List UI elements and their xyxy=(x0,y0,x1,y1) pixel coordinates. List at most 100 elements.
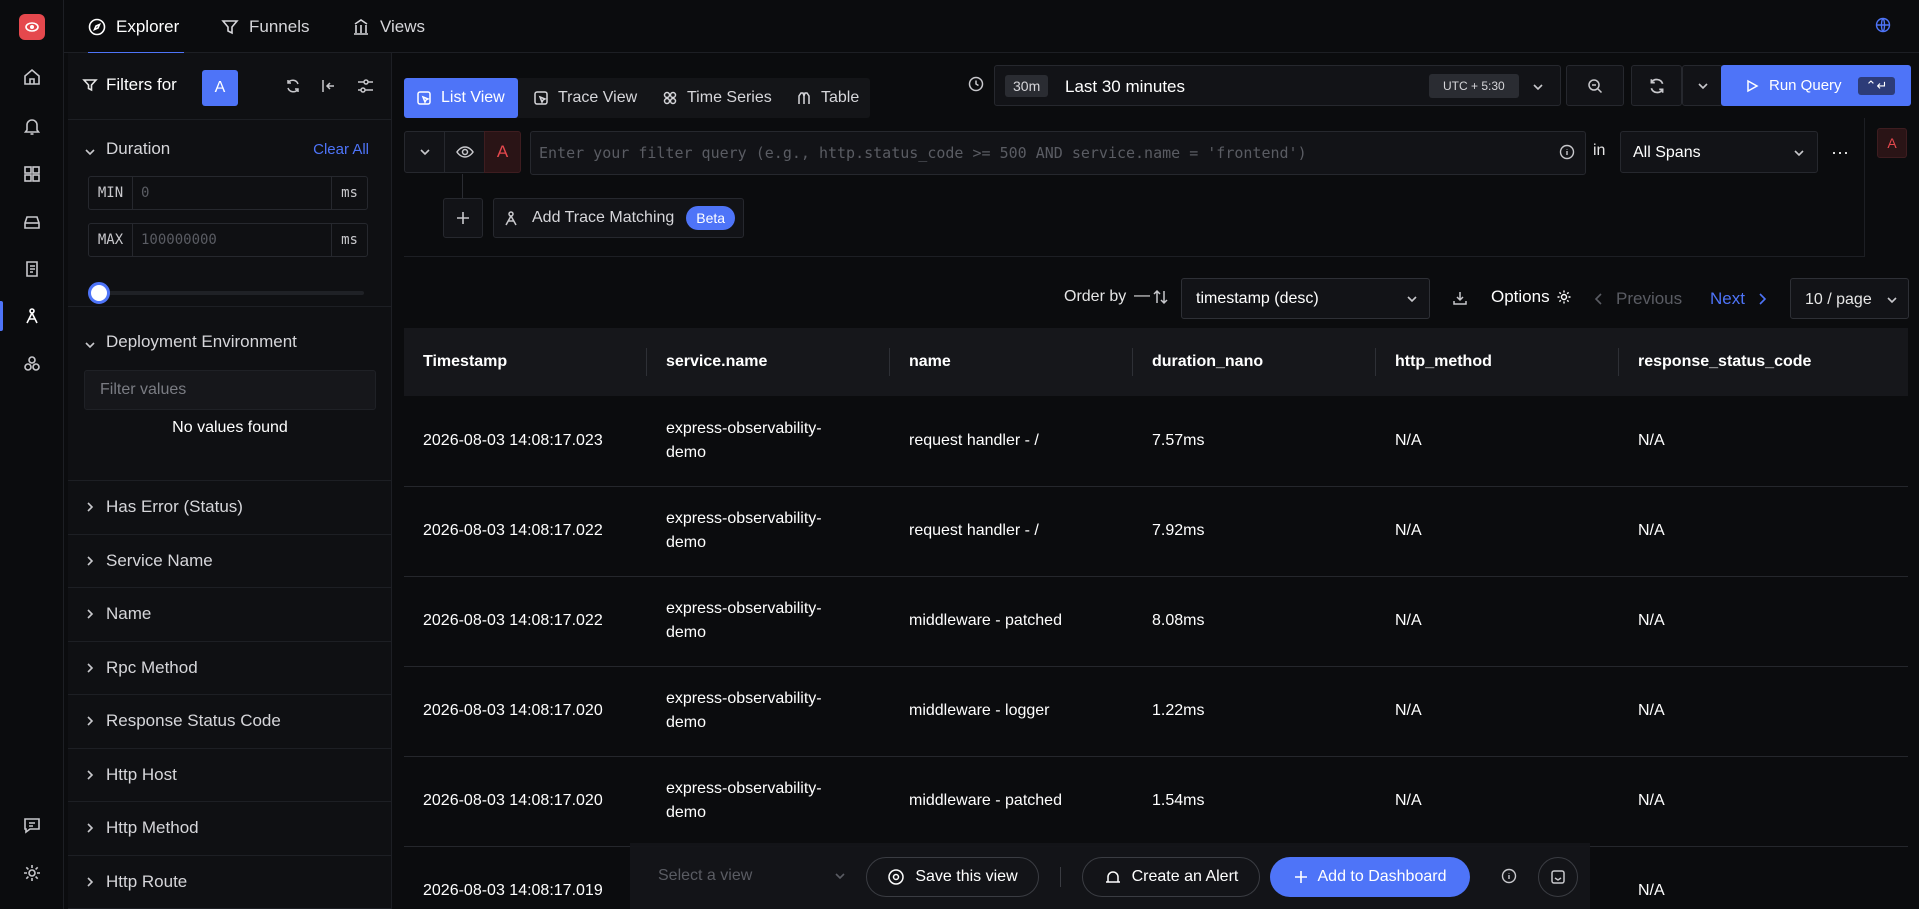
filter-section[interactable]: Rpc Method xyxy=(68,642,392,695)
column-header[interactable]: response_status_code xyxy=(1619,328,1908,396)
table-cell: N/A xyxy=(1619,396,1908,487)
panel-toggle-button[interactable] xyxy=(1538,857,1578,897)
info-icon[interactable] xyxy=(1501,868,1517,884)
column-header[interactable]: service.name xyxy=(647,328,890,396)
duration-min-field[interactable]: MIN 0 ms xyxy=(88,176,368,210)
traces-icon[interactable] xyxy=(18,302,46,330)
infrastructure-drive-icon[interactable] xyxy=(18,208,46,236)
span-source-select[interactable]: All Spans xyxy=(1620,131,1818,173)
order-by-dash: — xyxy=(1134,287,1150,304)
duration-title: Duration xyxy=(106,139,171,158)
filter-query-input[interactable]: Enter your filter query (e.g., http.stat… xyxy=(530,131,1586,175)
tab-list-view[interactable]: List View xyxy=(404,78,518,118)
table-cell: 2026-08-03 14:08:17.022 xyxy=(404,486,647,577)
previous-page-button[interactable]: Previous xyxy=(1594,289,1682,309)
tab-table[interactable]: Table xyxy=(784,78,871,118)
zoom-out-button[interactable] xyxy=(1566,65,1624,106)
sort-icon[interactable] xyxy=(1153,289,1169,305)
min-input[interactable]: 0 xyxy=(133,177,331,209)
query-name-badge[interactable]: A xyxy=(484,131,521,173)
collapse-query-button[interactable] xyxy=(404,131,445,173)
chevron-down-icon[interactable] xyxy=(84,146,96,158)
table-cell: express-observability-demo xyxy=(647,756,890,847)
add-query-button[interactable] xyxy=(443,198,483,238)
table-row[interactable]: 2026-08-03 14:08:17.022 express-observabi… xyxy=(404,576,1908,667)
filter-section[interactable]: Http Host xyxy=(68,749,392,802)
tab-funnels[interactable]: Funnels xyxy=(221,0,309,53)
tab-time-series[interactable]: Time Series xyxy=(650,78,784,118)
filter-section[interactable]: Http Route xyxy=(68,856,392,909)
chevron-down-icon xyxy=(834,870,846,882)
table-cell: express-observability-demo xyxy=(647,576,890,667)
filter-settings-icon[interactable] xyxy=(357,78,374,94)
column-header-label: http_method xyxy=(1395,353,1492,370)
table-row[interactable]: 2026-08-03 14:08:17.023 express-observabi… xyxy=(404,396,1908,487)
run-query-label: Run Query xyxy=(1769,77,1842,94)
duration-max-field[interactable]: MAX 100000000 ms xyxy=(88,223,368,257)
dashboards-grid-icon[interactable] xyxy=(18,160,46,188)
download-icon[interactable] xyxy=(1452,290,1468,306)
refresh-query-button[interactable] xyxy=(1631,65,1682,106)
table-cell: 2026-08-03 14:08:17.019 xyxy=(404,846,647,909)
chevron-down-icon[interactable] xyxy=(1532,81,1544,93)
add-to-dashboard-button[interactable]: Add to Dashboard xyxy=(1270,857,1470,897)
options-button[interactable]: Options xyxy=(1491,287,1572,307)
run-query-button[interactable]: Run Query ⌃↵ xyxy=(1721,65,1911,106)
funnel-icon xyxy=(221,18,239,36)
chevron-down-icon[interactable] xyxy=(84,339,96,351)
alerts-bell-icon[interactable] xyxy=(18,112,46,140)
compass-icon xyxy=(88,18,106,36)
home-icon[interactable] xyxy=(18,63,46,91)
more-options-icon[interactable]: ⋯ xyxy=(1831,143,1850,164)
chevron-down-icon xyxy=(1793,147,1805,159)
filter-section[interactable]: Has Error (Status) xyxy=(68,481,392,535)
duration-slider-track[interactable] xyxy=(88,291,364,295)
time-range-picker[interactable]: 30m Last 30 minutes UTC + 5:30 xyxy=(994,65,1561,106)
duration-slider-handle[interactable] xyxy=(88,282,110,304)
clear-all-link[interactable]: Clear All xyxy=(313,141,369,158)
integrations-icon[interactable] xyxy=(18,350,46,378)
plus-icon xyxy=(456,211,470,225)
collapse-panel-icon[interactable] xyxy=(321,78,337,94)
signoz-logo-icon[interactable] xyxy=(19,14,45,40)
refresh-icon[interactable] xyxy=(285,78,301,94)
table-cell: request handler - / xyxy=(890,396,1133,487)
toggle-query-visibility-button[interactable] xyxy=(444,131,485,173)
tab-views[interactable]: Views xyxy=(352,0,425,53)
page-size-select[interactable]: 10 / page xyxy=(1790,278,1909,319)
create-alert-button[interactable]: Create an Alert xyxy=(1082,857,1260,897)
table-row[interactable]: 2026-08-03 14:08:17.022 express-observabi… xyxy=(404,486,1908,577)
select-view-dropdown[interactable]: Select a view xyxy=(638,856,848,896)
refresh-interval-dropdown[interactable] xyxy=(1682,65,1723,106)
trace-view-icon xyxy=(533,90,549,106)
table-cell: 2026-08-03 14:08:17.020 xyxy=(404,756,647,847)
query-side-badge[interactable]: A xyxy=(1877,128,1907,158)
tab-explorer[interactable]: Explorer xyxy=(88,0,184,54)
run-query-shortcut: ⌃↵ xyxy=(1857,76,1896,95)
filter-section[interactable]: Service Name xyxy=(68,535,392,588)
add-trace-matching-button[interactable]: Add Trace Matching Beta xyxy=(493,198,744,238)
save-view-button[interactable]: Save this view xyxy=(866,857,1039,897)
filter-section[interactable]: Http Method xyxy=(68,802,392,856)
info-icon[interactable] xyxy=(1559,144,1575,160)
feedback-chat-icon[interactable] xyxy=(18,811,46,839)
order-by-select[interactable]: timestamp (desc) xyxy=(1181,278,1430,319)
query-badge[interactable]: A xyxy=(202,70,238,106)
tab-trace-view[interactable]: Trace View xyxy=(521,78,649,118)
settings-gear-icon[interactable] xyxy=(18,859,46,887)
column-header[interactable]: duration_nano xyxy=(1133,328,1376,396)
timezone-badge[interactable]: UTC + 5:30 xyxy=(1429,74,1519,98)
column-header[interactable]: name xyxy=(890,328,1133,396)
filter-section[interactable]: Response Status Code xyxy=(68,695,392,749)
table-row[interactable]: 2026-08-03 14:08:17.020 express-observabi… xyxy=(404,756,1908,847)
table-row[interactable]: 2026-08-03 14:08:17.020 express-observabi… xyxy=(404,666,1908,757)
in-label: in xyxy=(1593,142,1606,159)
next-page-button[interactable]: Next xyxy=(1710,289,1767,309)
deployment-search-input[interactable]: Filter values xyxy=(84,370,376,410)
column-header[interactable]: http_method xyxy=(1376,328,1619,396)
column-header[interactable]: Timestamp xyxy=(404,328,647,396)
globe-icon[interactable] xyxy=(1875,17,1891,33)
logs-scroll-icon[interactable] xyxy=(18,255,46,283)
filter-section[interactable]: Name xyxy=(68,588,392,642)
max-input[interactable]: 100000000 xyxy=(133,224,331,256)
